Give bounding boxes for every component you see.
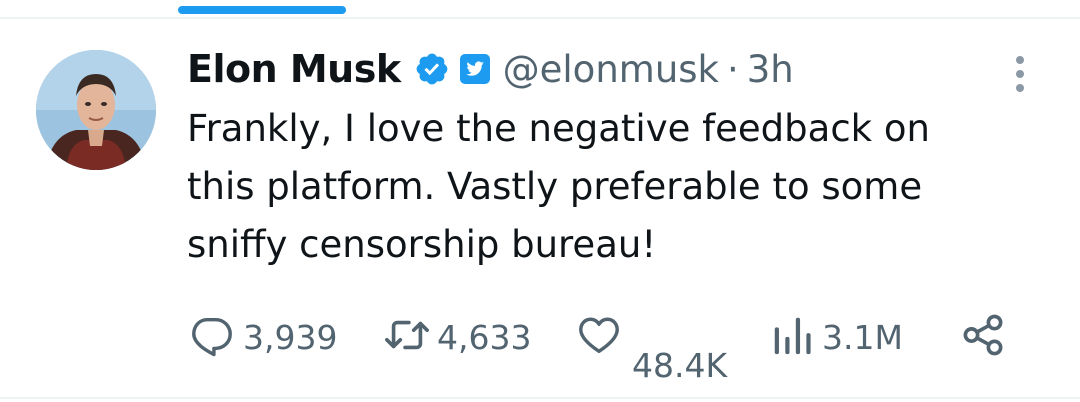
heart-icon [575, 312, 623, 362]
like-count: 48.4K [632, 346, 728, 385]
retweet-count: 4,633 [437, 317, 532, 357]
action-bar: 3,939 4,633 48.4K 3.1M [0, 0, 1080, 402]
views-button[interactable]: 3.1M [770, 312, 903, 362]
reply-count: 3,939 [243, 317, 338, 357]
views-count: 3.1M [822, 317, 903, 357]
share-icon [960, 312, 1006, 362]
reply-bubble-icon [189, 312, 235, 362]
retweet-button[interactable]: 4,633 [381, 312, 531, 362]
like-button[interactable] [575, 312, 623, 362]
share-button[interactable] [960, 312, 1006, 362]
reply-button[interactable]: 3,939 [189, 312, 337, 362]
retweet-icon [381, 312, 433, 362]
views-bar-chart-icon [770, 312, 814, 362]
bottom-divider [0, 397, 1080, 399]
